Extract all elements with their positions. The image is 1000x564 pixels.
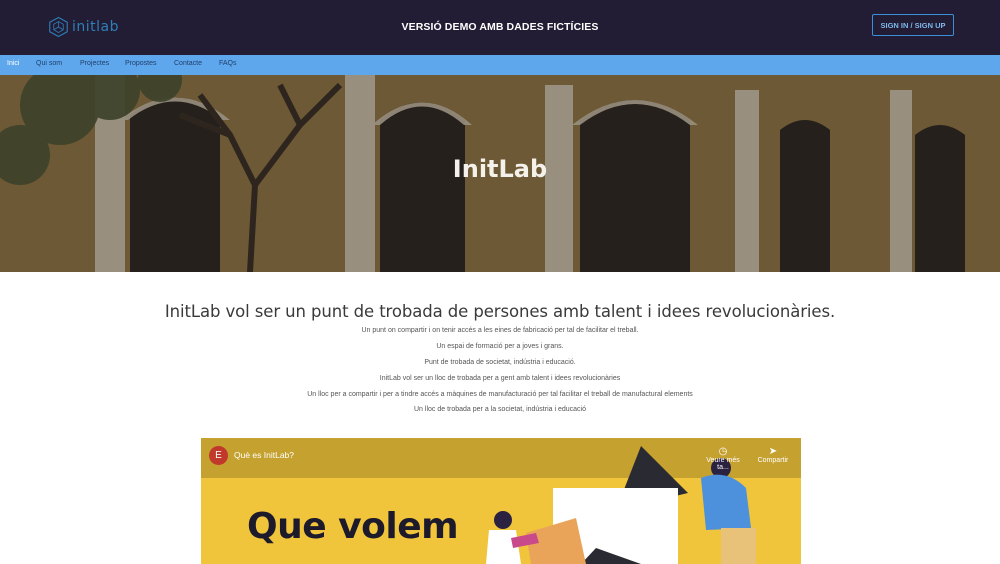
- hero-banner: InitLab: [0, 75, 1000, 272]
- nav-item-inici[interactable]: Inici: [7, 60, 19, 67]
- intro-line: Un lloc per a compartir i per a tindre a…: [307, 391, 693, 398]
- hero-title: InitLab: [452, 155, 548, 183]
- video-overlay-text: Que volem: [247, 506, 459, 547]
- share-button[interactable]: ➤ Compartir: [751, 446, 795, 464]
- nav-item-faqs[interactable]: FAQs: [219, 60, 237, 67]
- nav-item-qui-som[interactable]: Qui som: [36, 60, 62, 67]
- top-header: initlab VERSIÓ DEMO AMB DADES FICTÍCIES …: [0, 0, 1000, 55]
- intro-line: Punt de trobada de societat, indústria i…: [424, 359, 576, 366]
- intro-section: InitLab vol ser un punt de trobada de pe…: [0, 302, 1000, 321]
- intro-line: InitLab vol ser un lloc de trobada per a…: [379, 375, 621, 382]
- signin-button[interactable]: SIGN IN / SIGN UP: [872, 14, 954, 36]
- intro-heading: InitLab vol ser un punt de trobada de pe…: [164, 302, 836, 321]
- nav-item-propostes[interactable]: Propostes: [125, 60, 157, 67]
- video-title[interactable]: Què es InitLab?: [234, 450, 294, 460]
- intro-line: Un lloc de trobada per a la societat, in…: [414, 406, 586, 413]
- share-label: Compartir: [757, 457, 789, 464]
- watch-later-label: Veure més ta...: [706, 457, 740, 471]
- embedded-video[interactable]: E Què es InitLab? ◷ Veure més ta... ➤ Co…: [201, 438, 801, 564]
- demo-notice: VERSIÓ DEMO AMB DADES FICTÍCIES: [401, 21, 599, 33]
- main-nav: Inici Qui som Projectes Propostes Contac…: [0, 55, 1000, 75]
- share-arrow-icon: ➤: [768, 446, 778, 457]
- intro-line: Un punt on compartir i on tenir accés a …: [361, 327, 639, 334]
- clock-icon: ◷: [718, 446, 728, 457]
- channel-avatar[interactable]: E: [209, 446, 228, 465]
- nav-item-contacte[interactable]: Contacte: [174, 60, 202, 67]
- nav-item-projectes[interactable]: Projectes: [80, 60, 109, 67]
- watch-later-button[interactable]: ◷ Veure més ta...: [701, 446, 745, 471]
- intro-line: Un espai de formació per a joves i grans…: [436, 343, 564, 350]
